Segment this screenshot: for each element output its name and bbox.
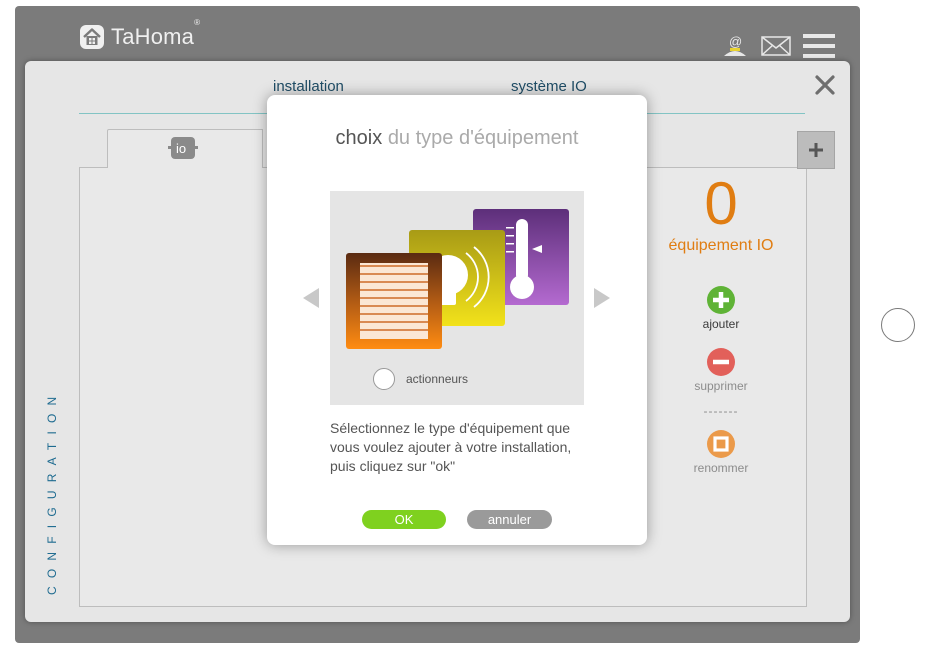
home-icon — [80, 25, 104, 49]
floating-circle-button[interactable] — [881, 308, 915, 342]
ok-button[interactable]: OK — [362, 510, 446, 529]
actuators-radio[interactable] — [373, 368, 395, 390]
rename-equipment-label: renommer — [693, 461, 749, 475]
io-system-tab[interactable]: io — [107, 129, 263, 168]
dialog-title-light: du type d'équipement — [387, 127, 579, 149]
dialog-title: choix du type d'équipement — [267, 127, 647, 150]
io-icon: io — [168, 137, 198, 159]
minus-circle-icon — [707, 348, 735, 376]
brand-registered-mark: ® — [194, 18, 201, 27]
dialog-description: Sélectionnez le type d'équipement que vo… — [330, 420, 572, 474]
carousel-prev-arrow-icon[interactable] — [303, 288, 319, 308]
top-bar: TaHoma® @ — [15, 6, 860, 62]
plus-icon — [809, 143, 823, 157]
tab-installation[interactable]: installation — [273, 78, 344, 95]
dialog-title-strong: choix — [335, 127, 383, 149]
tab-systeme-io[interactable]: système IO — [511, 78, 587, 95]
actuators-illustration-icon[interactable] — [344, 209, 570, 357]
actions-separator: ------- — [703, 404, 739, 418]
mail-icon[interactable] — [761, 36, 791, 56]
equipment-type-carousel: actionneurs — [330, 191, 584, 405]
equipment-type-dialog: choix du type d'équipement actionneurs S… — [267, 95, 647, 545]
svg-text:@: @ — [729, 34, 742, 49]
hamburger-menu-icon[interactable] — [803, 34, 835, 58]
delete-equipment-button[interactable]: supprimer — [653, 347, 789, 393]
equipment-count-label: équipement IO — [668, 237, 774, 254]
equipment-count: 0 — [704, 170, 738, 237]
brand-logo[interactable]: TaHoma® — [79, 18, 201, 50]
brand-name: TaHoma® — [111, 18, 201, 49]
actuators-option-label: actionneurs — [406, 372, 469, 386]
add-equipment-button[interactable]: ajouter — [653, 285, 789, 331]
add-equipment-label: ajouter — [702, 317, 740, 331]
close-icon[interactable] — [813, 73, 837, 97]
plus-circle-icon — [707, 286, 735, 314]
cancel-button[interactable]: annuler — [467, 510, 552, 529]
configuration-side-label: CONFIGURATION — [45, 388, 59, 595]
svg-text:io: io — [176, 141, 186, 156]
delete-equipment-label: supprimer — [694, 379, 748, 393]
rename-circle-icon — [707, 430, 735, 458]
carousel-next-arrow-icon[interactable] — [594, 288, 610, 308]
add-tab-button[interactable] — [797, 131, 835, 169]
at-user-icon[interactable]: @ — [721, 32, 749, 58]
rename-equipment-button[interactable]: renommer — [653, 429, 789, 475]
